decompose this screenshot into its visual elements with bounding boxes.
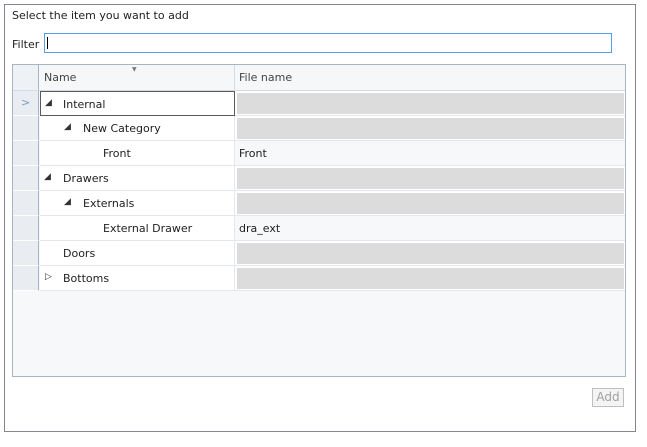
file-name-value: dra_ext — [239, 222, 281, 235]
grid-header: Name ▼ File name — [13, 65, 625, 91]
row-header[interactable]: > — [13, 91, 39, 116]
column-header-file-name[interactable]: File name — [235, 65, 625, 90]
row-header[interactable] — [13, 266, 39, 291]
name-cell[interactable]: ▷ Bottoms — [40, 266, 235, 291]
table-row[interactable]: ◢ New Category — [13, 116, 625, 141]
file-name-cell[interactable] — [235, 241, 625, 266]
collapse-triangle-icon[interactable]: ▷ — [45, 272, 52, 282]
item-name: Internal — [63, 98, 106, 111]
empty-file-fill — [237, 118, 624, 139]
table-row[interactable]: ▷ Bottoms — [13, 266, 625, 291]
empty-file-fill — [237, 193, 624, 214]
row-header[interactable] — [13, 166, 39, 191]
name-cell[interactable]: ◢ Internal — [40, 91, 235, 116]
name-cell[interactable]: External Drawer — [40, 216, 235, 241]
empty-file-fill — [237, 168, 624, 189]
expand-triangle-icon[interactable]: ◢ — [44, 172, 51, 182]
name-cell[interactable]: Front — [40, 141, 235, 166]
name-cell[interactable]: Doors — [40, 241, 235, 266]
file-name-cell[interactable] — [235, 116, 625, 141]
name-cell[interactable]: ◢ Externals — [40, 191, 235, 216]
name-cell[interactable]: ◢ New Category — [40, 116, 235, 141]
item-name: Drawers — [63, 172, 109, 185]
file-name-cell[interactable] — [235, 266, 625, 291]
text-caret — [47, 37, 48, 49]
file-name-cell[interactable]: dra_ext — [235, 216, 625, 241]
file-name-cell[interactable]: Front — [235, 141, 625, 166]
item-name: Externals — [83, 197, 135, 210]
item-name: External Drawer — [103, 222, 193, 235]
empty-file-fill — [237, 93, 624, 114]
empty-file-fill — [237, 243, 624, 264]
header-corner — [13, 65, 39, 90]
current-row-arrow-icon: > — [21, 96, 31, 109]
item-name: Bottoms — [63, 272, 110, 285]
file-name-cell[interactable] — [235, 166, 625, 191]
expand-triangle-icon[interactable]: ◢ — [64, 197, 71, 207]
item-name: Front — [103, 147, 131, 160]
column-header-name[interactable]: Name — [40, 65, 235, 90]
file-name-cell[interactable] — [235, 191, 625, 216]
item-name: Doors — [63, 247, 96, 260]
expand-triangle-icon[interactable]: ◢ — [45, 98, 52, 108]
expand-triangle-icon[interactable]: ◢ — [64, 122, 71, 132]
table-row[interactable]: > ◢ Internal — [13, 91, 625, 116]
row-header[interactable] — [13, 241, 39, 266]
file-name-cell[interactable] — [235, 91, 625, 116]
table-row[interactable]: ◢ Externals — [13, 191, 625, 216]
file-name-value: Front — [239, 147, 267, 160]
item-name: New Category — [83, 122, 161, 135]
row-header[interactable] — [13, 141, 39, 166]
table-row[interactable]: Front Front — [13, 141, 625, 166]
add-button[interactable]: Add — [592, 388, 624, 407]
table-row[interactable]: Doors — [13, 241, 625, 266]
table-row[interactable]: ◢ Drawers — [13, 166, 625, 191]
items-grid[interactable]: Name ▼ File name > ◢ Internal ◢ New Cate… — [12, 64, 626, 377]
row-header[interactable] — [13, 216, 39, 241]
sort-indicator-icon: ▼ — [132, 66, 137, 73]
filter-label: Filter — [12, 38, 40, 51]
name-cell[interactable]: ◢ Drawers — [40, 166, 235, 191]
table-row[interactable]: External Drawer dra_ext — [13, 216, 625, 241]
filter-input[interactable] — [44, 33, 612, 53]
empty-file-fill — [237, 268, 624, 289]
row-header[interactable] — [13, 116, 39, 141]
row-header[interactable] — [13, 191, 39, 216]
dialog-prompt: Select the item you want to add — [12, 9, 189, 22]
